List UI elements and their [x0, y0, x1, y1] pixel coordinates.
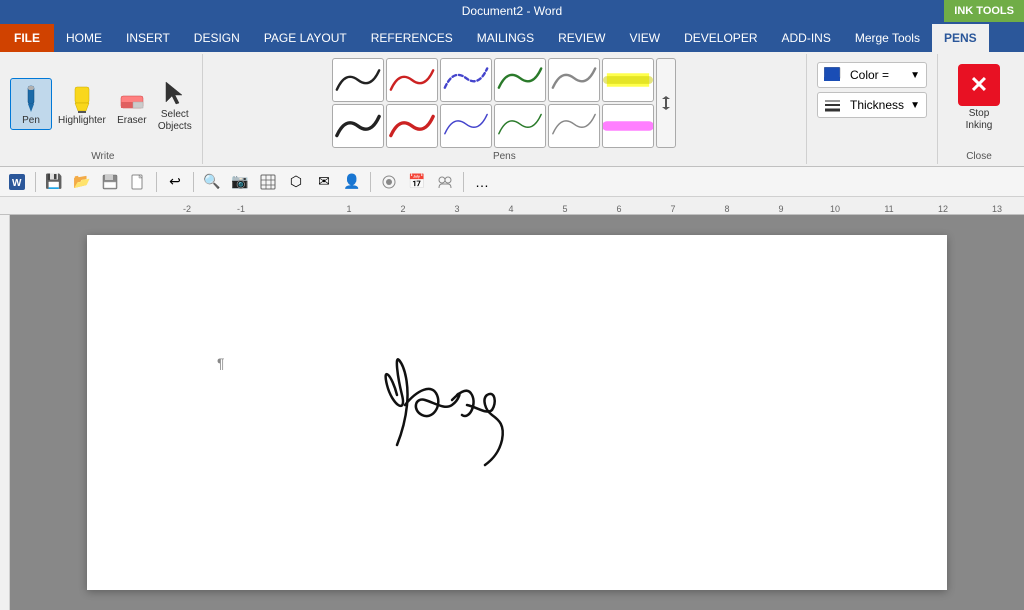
ink-options: Color = ▼ Thickness ▼	[807, 54, 938, 164]
pen-swatch-3[interactable]	[440, 58, 492, 102]
person-button[interactable]: 👤	[339, 170, 365, 194]
pens-group-label: Pens	[493, 149, 516, 162]
save-button[interactable]: 💾	[41, 170, 67, 194]
calendar-button[interactable]: 📅	[404, 170, 430, 194]
pen-swatch-9[interactable]	[440, 104, 492, 148]
document-title: Document2 - Word	[462, 4, 562, 18]
signature-svg	[337, 315, 537, 515]
thickness-button[interactable]: Thickness ▼	[817, 92, 927, 118]
groups-button[interactable]	[432, 170, 458, 194]
pen-swatch-6[interactable]	[602, 58, 654, 102]
tab-pens[interactable]: PENS	[932, 24, 989, 52]
pens-group: Pens	[203, 54, 807, 164]
stop-x-icon: ✕	[958, 64, 1000, 106]
pen-label: Pen	[22, 115, 40, 127]
pen-swatch-5[interactable]	[548, 58, 600, 102]
tab-page-layout[interactable]: PAGE LAYOUT	[252, 24, 359, 52]
tab-add-ins[interactable]: ADD-INS	[769, 24, 842, 52]
pen-swatch-7[interactable]	[332, 104, 384, 148]
stop-inking-button[interactable]: ✕ Stop Inking	[948, 58, 1010, 138]
close-label: Close	[966, 149, 992, 162]
tab-references[interactable]: REFERENCES	[359, 24, 465, 52]
toolbar-sep-1	[35, 172, 36, 192]
pen-swatch-10[interactable]	[494, 104, 546, 148]
toolbar-sep-5	[463, 172, 464, 192]
write-tools: Pen Highlighter	[10, 58, 196, 149]
tab-developer[interactable]: DEVELOPER	[672, 24, 769, 52]
color-button[interactable]: Color = ▼	[817, 62, 927, 88]
document-page: ¶	[87, 235, 947, 590]
write-group-label: Write	[91, 149, 114, 162]
pen-grid	[332, 58, 654, 148]
mail-button[interactable]: ✉	[311, 170, 337, 194]
open-button[interactable]: 📂	[69, 170, 95, 194]
toolbar-sep-4	[370, 172, 371, 192]
find-button[interactable]: 🔍	[199, 170, 225, 194]
pen-swatch-1[interactable]	[332, 58, 384, 102]
pen-button[interactable]: Pen	[10, 78, 52, 130]
select-objects-button[interactable]: SelectObjects	[154, 73, 196, 135]
tab-insert[interactable]: INSERT	[114, 24, 182, 52]
thickness-label: Thickness	[850, 98, 904, 112]
tabs-row: FILE HOME INSERT DESIGN PAGE LAYOUT REFE…	[0, 22, 1024, 52]
signature-area	[337, 315, 537, 518]
word-icon: W	[4, 170, 30, 194]
select-label: SelectObjects	[158, 109, 192, 133]
select-icon	[159, 77, 191, 109]
shapes-button[interactable]	[376, 170, 402, 194]
pen-icon	[15, 83, 47, 115]
new-doc-button[interactable]	[125, 170, 151, 194]
extra-button[interactable]: …	[469, 170, 495, 194]
undo-button[interactable]: ↩	[162, 170, 188, 194]
screenshot-button[interactable]: 📷	[227, 170, 253, 194]
color-label: Color =	[850, 68, 889, 82]
ribbon: Pen Highlighter	[0, 52, 1024, 167]
tab-merge-tools[interactable]: Merge Tools	[843, 24, 932, 52]
paragraph-mark: ¶	[217, 355, 225, 371]
color-dropdown-icon: ▼	[910, 70, 920, 81]
left-margin	[0, 215, 10, 610]
toolbar-sep-3	[193, 172, 194, 192]
titlebar: Document2 - Word INK TOOLS	[0, 0, 1024, 22]
toolbar: W 💾 📂 ↩ 🔍 📷 ⬡ ✉ 👤	[0, 167, 1024, 197]
stop-inking-label: Stop Inking	[966, 108, 993, 132]
tab-view[interactable]: VIEW	[617, 24, 672, 52]
insert-table-button[interactable]	[255, 170, 281, 194]
pen-swatch-4[interactable]	[494, 58, 546, 102]
thickness-dropdown-icon: ▼	[910, 100, 920, 111]
write-group: Pen Highlighter	[4, 54, 203, 164]
save-floppy-button[interactable]	[97, 170, 123, 194]
insert-shape-button[interactable]: ⬡	[283, 170, 309, 194]
highlighter-button[interactable]: Highlighter	[54, 79, 110, 129]
tab-mailings[interactable]: MAILINGS	[465, 24, 546, 52]
pen-swatch-2[interactable]	[386, 58, 438, 102]
eraser-icon	[116, 83, 148, 115]
svg-text:W: W	[12, 178, 22, 189]
tab-design[interactable]: DESIGN	[182, 24, 252, 52]
pen-swatch-12[interactable]	[602, 104, 654, 148]
page-area[interactable]: ¶	[10, 215, 1024, 610]
tab-home[interactable]: HOME	[54, 24, 114, 52]
stop-group: ✕ Stop Inking Close	[938, 54, 1020, 164]
toolbar-sep-2	[156, 172, 157, 192]
pens-container	[332, 58, 676, 148]
content-area: ¶	[0, 215, 1024, 610]
pen-swatch-11[interactable]	[548, 104, 600, 148]
tab-file[interactable]: FILE	[0, 24, 54, 52]
pen-swatch-8[interactable]	[386, 104, 438, 148]
ruler: -2 -1 1 2 3 4 5 6 7 8 9 10 11 12 13	[0, 197, 1024, 215]
ink-tools-tab: INK TOOLS	[944, 0, 1024, 22]
highlighter-icon	[66, 83, 98, 115]
eraser-label: Eraser	[117, 115, 146, 127]
pen-more-button[interactable]	[656, 58, 676, 148]
eraser-button[interactable]: Eraser	[112, 79, 152, 129]
tab-review[interactable]: REVIEW	[546, 24, 617, 52]
highlighter-label: Highlighter	[58, 115, 106, 127]
